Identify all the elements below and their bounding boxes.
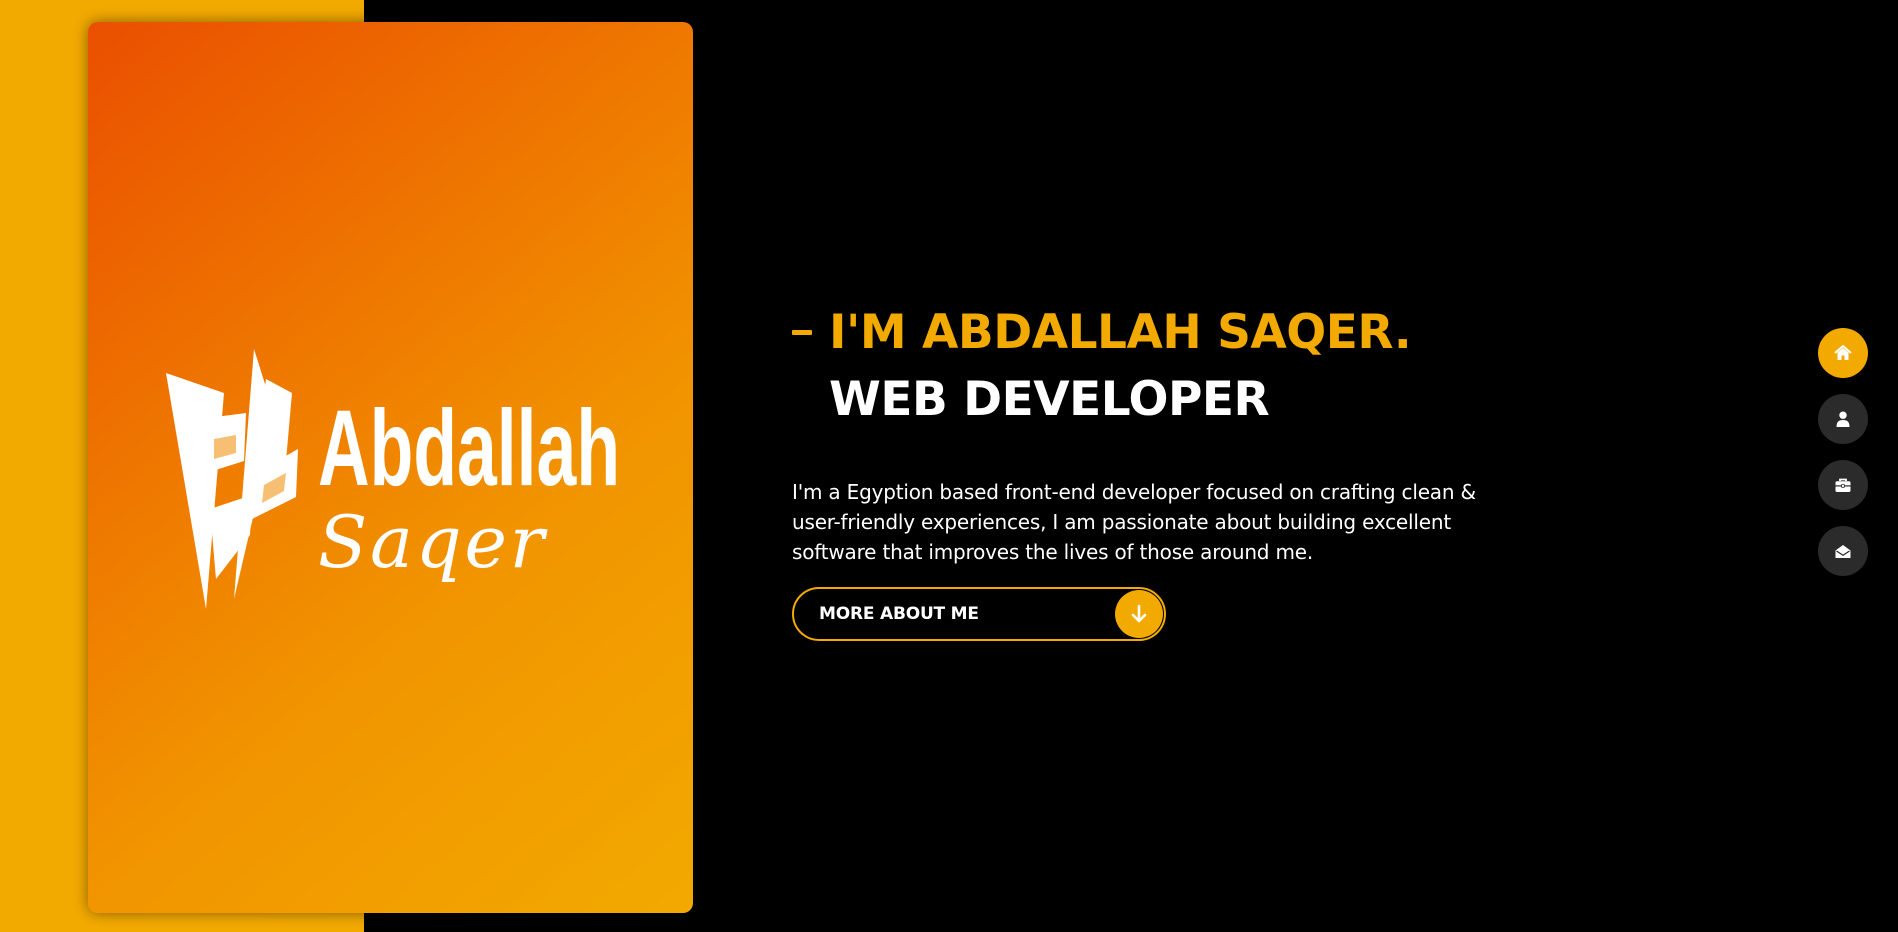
hero-card: Abdallah Saqer	[88, 22, 693, 913]
headline-row: I'M ABDALLAH SAQER.	[792, 300, 1512, 364]
envelope-open-icon	[1835, 544, 1851, 558]
side-nav	[1818, 328, 1868, 592]
nav-contact-button[interactable]	[1818, 526, 1868, 576]
nav-portfolio-button[interactable]	[1818, 460, 1868, 510]
svg-text:Saqer: Saqer	[318, 500, 548, 584]
arrow-down-icon	[1115, 590, 1163, 638]
headline-dash	[792, 329, 812, 335]
headline: I'M ABDALLAH SAQER.	[829, 304, 1412, 360]
more-about-me-button[interactable]: MORE ABOUT ME	[792, 587, 1166, 641]
nav-about-button[interactable]	[1818, 394, 1868, 444]
home-icon	[1834, 345, 1852, 360]
svg-text:Abdallah: Abdallah	[318, 387, 620, 508]
logo: Abdallah Saqer	[166, 349, 626, 614]
more-about-me-label: MORE ABOUT ME	[819, 604, 979, 624]
user-icon	[1836, 411, 1850, 427]
nav-home-button[interactable]	[1818, 328, 1868, 378]
briefcase-icon	[1835, 478, 1851, 492]
bio-text: I'm a Egyption based front-end developer…	[792, 480, 1476, 564]
logo-graphic: Abdallah Saqer	[166, 349, 620, 609]
subheadline: WEB DEVELOPER	[829, 372, 1270, 427]
intro-section: I'M ABDALLAH SAQER. WEB DEVELOPER I'm a …	[792, 300, 1512, 641]
